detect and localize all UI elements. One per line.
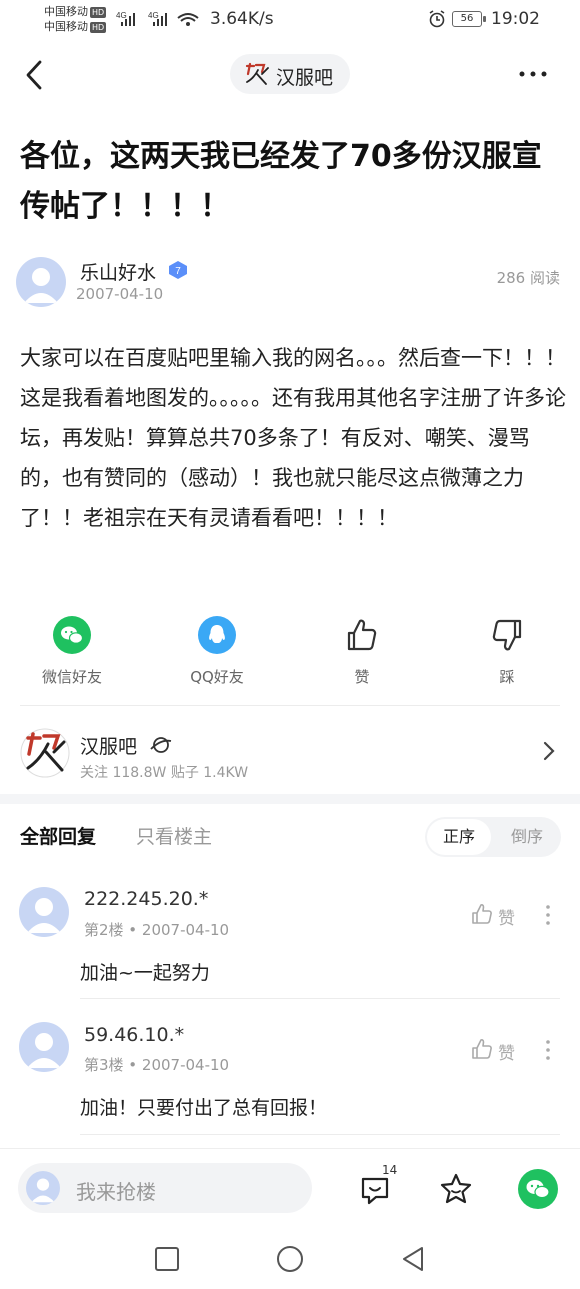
wechat-share-icon[interactable] (518, 1169, 558, 1209)
carrier-2: 中国移动 (44, 20, 88, 33)
thumbs-up-icon (472, 1039, 492, 1059)
tab-all-replies[interactable]: 全部回复 (20, 822, 96, 849)
forum-name: 汉服吧 (80, 736, 138, 758)
more-icon[interactable] (518, 70, 548, 78)
divider (80, 998, 560, 999)
reply-meta: 第2楼 • 2007-04-10 (84, 921, 230, 939)
reply-avatar[interactable] (19, 1022, 69, 1072)
alarm-icon (429, 10, 445, 28)
hd-badge-2: HD (90, 22, 107, 33)
divider (80, 1134, 560, 1135)
comment-count: 14 (382, 1163, 398, 1177)
share-qq-label: QQ好友 (190, 668, 244, 686)
post-title: 各位，这两天我已经发了70多份汉服宣传帖了！！！！ (20, 139, 542, 224)
share-qq-button[interactable]: QQ好友 (157, 616, 277, 687)
hanfu-logo-icon (245, 62, 269, 85)
reply-more-icon[interactable] (544, 903, 552, 927)
like-label: 赞 (354, 668, 370, 686)
wechat-icon (53, 616, 91, 654)
comment-icon[interactable] (358, 1173, 392, 1207)
forum-stats: 关注 118.8W 贴子 1.4KW (80, 765, 249, 781)
planet-icon (150, 737, 172, 753)
reply-input-placeholder: 我来抢楼 (76, 1180, 156, 1204)
reply-like-button[interactable]: 赞 (470, 902, 522, 929)
reply-like-label: 赞 (498, 1044, 515, 1064)
reply-more-icon[interactable] (544, 1038, 552, 1062)
reply-avatar[interactable] (19, 887, 69, 937)
qq-icon (198, 616, 236, 654)
post-date: 2007-04-10 (76, 285, 164, 303)
level-badge-icon: 7 (169, 261, 187, 279)
read-count: 286 阅读 (496, 269, 560, 287)
post-body: 大家可以在百度贴吧里输入我的网名。。。然后查一下！！！这是我看着地图发的。。。。… (20, 346, 566, 530)
reply-content: 加油！只要付出了总有回报！ (80, 1097, 328, 1119)
dislike-post-button[interactable]: 踩 (447, 616, 567, 687)
carrier-1: 中国移动 (44, 5, 88, 18)
author-avatar[interactable] (16, 257, 66, 307)
share-wechat-button[interactable]: 微信好友 (12, 616, 132, 687)
thumbs-up-icon (472, 904, 492, 924)
network-type-1: 4G (116, 11, 127, 20)
bottom-action-bar: 我来抢楼 14 (0, 1148, 580, 1230)
section-separator (0, 794, 580, 804)
forum-pill-label: 汉服吧 (276, 67, 334, 89)
home-icon[interactable] (275, 1244, 305, 1274)
sort-toggle: 正序 倒序 (425, 817, 561, 857)
reply-author-ip: 59.46.10.* (84, 1024, 185, 1046)
top-nav: 汉服吧 (0, 48, 580, 102)
tab-host-only[interactable]: 只看楼主 (136, 822, 212, 849)
reply-author-ip: 222.245.20.* (84, 888, 209, 910)
share-wechat-label: 微信好友 (41, 668, 102, 686)
battery-icon: 56 (452, 11, 486, 27)
status-bar: 中国移动 HD 中国移动 HD 4G 4G 3.64K/s 56 19:02 (0, 0, 580, 40)
reply-content: 加油~一起努力 (80, 962, 210, 984)
thumbs-down-icon (492, 619, 522, 651)
signal-icon: 4G 4G (116, 11, 199, 26)
carrier-info: 中国移动 HD 中国移动 HD (44, 4, 107, 34)
recent-apps-icon[interactable] (152, 1244, 182, 1274)
system-navigation (0, 1230, 580, 1289)
star-icon[interactable] (438, 1171, 474, 1207)
network-speed: 3.64K/s (210, 9, 274, 29)
chevron-right-icon (543, 741, 555, 761)
thumbs-up-icon (347, 619, 377, 651)
reply-input[interactable]: 我来抢楼 (18, 1163, 312, 1213)
author-name[interactable]: 乐山好水 (80, 258, 156, 285)
dislike-label: 踩 (499, 668, 515, 686)
forum-pill-button[interactable]: 汉服吧 (230, 54, 350, 94)
my-avatar (26, 1171, 60, 1205)
back-icon[interactable] (22, 58, 48, 92)
level-number: 7 (175, 266, 181, 277)
reply-meta: 第3楼 • 2007-04-10 (84, 1056, 230, 1074)
hanfu-forum-logo (20, 728, 70, 778)
sort-asc-button[interactable]: 正序 (427, 819, 491, 855)
sort-desc-button[interactable]: 倒序 (497, 819, 557, 855)
network-type-2: 4G (148, 11, 159, 20)
like-post-button[interactable]: 赞 (302, 616, 422, 687)
clock: 19:02 (491, 9, 540, 29)
reply-like-label: 赞 (498, 909, 515, 929)
reply-like-button[interactable]: 赞 (470, 1037, 522, 1064)
hd-badge-1: HD (90, 7, 107, 18)
back-nav-icon[interactable] (398, 1244, 428, 1274)
divider (20, 705, 560, 706)
forum-entry[interactable]: 汉服吧 关注 118.8W 贴子 1.4KW (0, 712, 580, 792)
